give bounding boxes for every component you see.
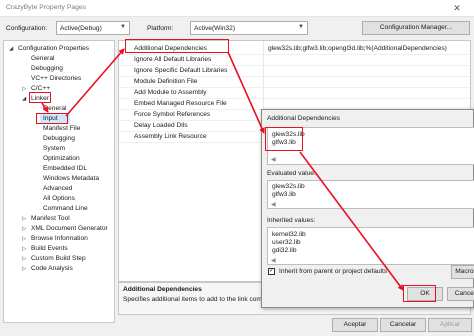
platform-value: Active(Win32) (194, 25, 236, 32)
expand-icon[interactable]: ▷ (22, 254, 26, 264)
configuration-manager-button[interactable]: Configuration Manager... (362, 21, 470, 35)
property-name[interactable]: Module Definition File (134, 77, 260, 87)
tree-item-embedded-idl[interactable]: Embedded IDL (43, 164, 87, 174)
tree-item-advanced[interactable]: Advanced (43, 184, 72, 194)
inherit-checkbox[interactable]: ✓ (268, 268, 275, 275)
platform-label: Platform: (147, 25, 174, 32)
tree-item-configuration-properties[interactable]: ◢ Configuration Properties (9, 44, 90, 54)
macros-button[interactable]: Macros (451, 265, 474, 279)
tree-item-label: VC++ Directories (31, 75, 82, 82)
expand-icon[interactable]: ▷ (22, 224, 26, 234)
evaluated-line: glew32s.lib (272, 183, 305, 190)
tree-item-label: System (43, 145, 65, 152)
property-name[interactable]: Ignore All Default Libraries (134, 55, 260, 65)
highlight-input (36, 113, 68, 124)
tree-item-label: C/C++ (31, 85, 51, 92)
tree-item-label: Optimization (43, 155, 80, 162)
expand-icon[interactable]: ◢ (9, 44, 13, 54)
collapse-icon[interactable]: ◢ (22, 94, 26, 104)
property-name[interactable]: Force Symbol References (134, 110, 260, 120)
tree-item-label: XML Document Generator (31, 225, 108, 232)
tree-item-code-analysis[interactable]: ▷ Code Analysis (22, 264, 73, 274)
property-tree[interactable]: ◢ Configuration Properties General Debug… (3, 40, 115, 323)
inherited-values-box: kernel32.lib user32.lib gdi32.lib ◀ (267, 227, 474, 265)
tree-item-label: Advanced (43, 185, 73, 192)
tree-item-debugging[interactable]: Debugging (31, 64, 63, 74)
tree-item-label: Build Events (31, 245, 68, 252)
expand-icon[interactable]: ▷ (22, 234, 26, 244)
tree-item-label: Windows Metadata (43, 175, 100, 182)
tree-item-label: Manifest Tool (31, 215, 70, 222)
inherited-line: gdi32.lib (272, 247, 297, 254)
tree-item-label: General (43, 105, 67, 112)
inherit-checkbox-label: Inherit from parent or project defaults (279, 268, 388, 275)
tree-item-vc-directories[interactable]: VC++ Directories (31, 74, 81, 84)
chevron-down-icon: ▼ (120, 24, 126, 30)
tree-item-label: Command Line (43, 205, 88, 212)
property-value[interactable]: glew32s.lib;glfw3.lib;opengl3d.lib;%(Add… (268, 44, 470, 54)
property-name[interactable]: Embed Managed Resource File (134, 99, 260, 109)
tree-item-label: Manifest File (43, 125, 81, 132)
tree-item-label: Debugging (43, 135, 75, 142)
window-title-bar: CrazyByte Property Pages ✕ (0, 0, 474, 17)
tree-item-browse-information[interactable]: ▷ Browse Information (22, 234, 88, 244)
property-name[interactable]: Delay Loaded Dlls (134, 121, 260, 131)
scroll-left-icon[interactable]: ◀ (271, 201, 276, 208)
platform-combo[interactable]: Active(Win32) ▼ (190, 21, 308, 35)
inherited-values-label: Inherited values: (267, 217, 316, 224)
cancel-button[interactable]: Cancelar (380, 318, 426, 332)
tree-item-xml-document-generator[interactable]: ▷ XML Document Generator (22, 224, 108, 234)
tree-item-manifest-tool[interactable]: ▷ Manifest Tool (22, 214, 70, 224)
evaluated-value-box: glew32s.lib glfw3.lib ◀ (267, 180, 474, 209)
tree-item-build-events[interactable]: ▷ Build Events (22, 244, 68, 254)
chevron-down-icon: ▼ (298, 24, 304, 30)
property-name[interactable]: Assembly Link Resource (134, 132, 260, 142)
tree-item-manifest-file[interactable]: Manifest File (43, 124, 80, 134)
highlight-edit-lines (265, 127, 303, 151)
tree-item-general[interactable]: General (31, 54, 54, 64)
close-icon[interactable]: ✕ (440, 0, 474, 17)
inherited-line: user32.lib (272, 239, 301, 246)
tree-item-label: Browse Information (31, 235, 88, 242)
property-name[interactable]: Ignore Specific Default Libraries (134, 66, 260, 76)
inherited-line: kernel32.lib (272, 231, 306, 238)
tree-item-linker-debugging[interactable]: Debugging (43, 134, 75, 144)
accept-button[interactable]: Aceptar (332, 318, 378, 332)
expand-icon[interactable]: ▷ (22, 214, 26, 224)
tree-item-command-line[interactable]: Command Line (43, 204, 88, 214)
tree-item-label: General (31, 55, 55, 62)
tree-item-all-options[interactable]: All Options (43, 194, 75, 204)
tree-item-label: Configuration Properties (18, 45, 90, 52)
highlight-additional-dependencies (125, 39, 229, 53)
evaluated-line: glfw3.lib (272, 191, 296, 198)
apply-button[interactable]: Aplicar (428, 318, 472, 332)
configuration-combo[interactable]: Active(Debug) ▼ (56, 21, 130, 35)
tree-item-label: Debugging (31, 65, 63, 72)
window-title: CrazyByte Property Pages (6, 4, 87, 11)
tree-item-custom-build-step[interactable]: ▷ Custom Build Step (22, 254, 86, 264)
dialog-cancel-button[interactable]: Cancel (447, 287, 474, 301)
tree-item-system[interactable]: System (43, 144, 65, 154)
scroll-left-icon[interactable]: ◀ (271, 257, 276, 264)
tree-item-windows-metadata[interactable]: Windows Metadata (43, 174, 99, 184)
dialog-title: Additional Dependencies (267, 115, 340, 122)
highlight-linker (29, 92, 51, 103)
scroll-left-icon[interactable]: ◀ (271, 156, 276, 163)
tree-item-label: Embedded IDL (43, 165, 87, 172)
configuration-value: Active(Debug) (60, 25, 102, 32)
tree-item-label: Custom Build Step (31, 255, 86, 262)
property-name[interactable]: Add Module to Assembly (134, 88, 260, 98)
expand-icon[interactable]: ▷ (22, 264, 26, 274)
expand-icon[interactable]: ▷ (22, 244, 26, 254)
tree-item-optimization[interactable]: Optimization (43, 154, 80, 164)
configuration-bar: Configuration: Active(Debug) ▼ Platform:… (0, 18, 474, 38)
evaluated-value-label: Evaluated value: (267, 170, 316, 177)
configuration-label: Configuration: (6, 25, 48, 32)
tree-item-label: All Options (43, 195, 75, 202)
tree-item-label: Code Analysis (31, 265, 73, 272)
expand-icon[interactable]: ▷ (22, 84, 26, 94)
highlight-ok-button (403, 285, 436, 302)
